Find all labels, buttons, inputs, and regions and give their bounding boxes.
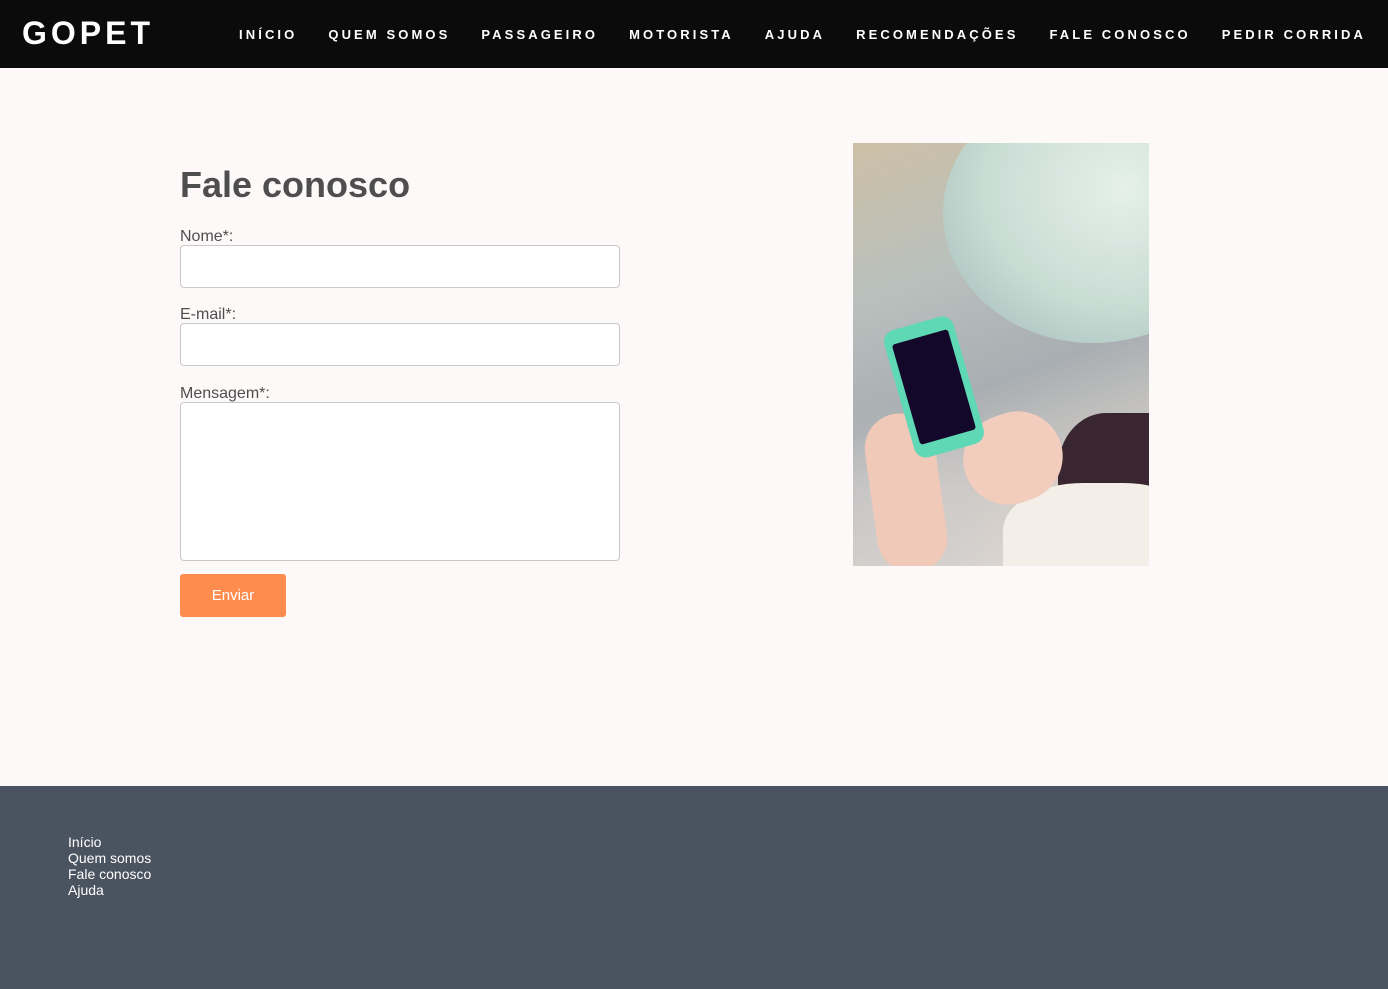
- nav-link-passageiro[interactable]: PASSAGEIRO: [481, 27, 598, 42]
- name-label: Nome*:: [180, 228, 234, 245]
- nav-link-fale-conosco[interactable]: FALE CONOSCO: [1049, 27, 1190, 42]
- email-input[interactable]: [180, 323, 620, 366]
- submit-button[interactable]: Enviar: [180, 574, 286, 617]
- footer-link-fale-conosco[interactable]: Fale conosco: [68, 866, 151, 882]
- message-label: Mensagem*:: [180, 385, 270, 402]
- nav-link-ajuda[interactable]: AJUDA: [765, 27, 825, 42]
- email-label: E-mail*:: [180, 306, 237, 323]
- nav-link-recomendacoes[interactable]: RECOMENDAÇÕES: [856, 27, 1018, 42]
- nav-link-motorista[interactable]: MOTORISTA: [629, 27, 734, 42]
- footer-item: Fale conosco: [68, 866, 151, 882]
- nav-link-quem-somos[interactable]: QUEM SOMOS: [328, 27, 450, 42]
- site-logo[interactable]: GOPET: [22, 14, 154, 52]
- message-textarea[interactable]: [180, 402, 620, 561]
- site-footer: Início Quem somos Fale conosco Ajuda: [0, 786, 1388, 989]
- nav-link-inicio[interactable]: INÍCIO: [239, 27, 297, 42]
- top-navbar: GOPET INÍCIO QUEM SOMOS PASSAGEIRO MOTOR…: [0, 0, 1388, 68]
- footer-item: Início: [68, 834, 151, 850]
- footer-item: Ajuda: [68, 882, 151, 898]
- main-nav: INÍCIO QUEM SOMOS PASSAGEIRO MOTORISTA A…: [239, 0, 1366, 68]
- footer-link-quem-somos[interactable]: Quem somos: [68, 850, 151, 866]
- footer-links: Início Quem somos Fale conosco Ajuda: [68, 834, 151, 898]
- footer-link-ajuda[interactable]: Ajuda: [68, 882, 104, 898]
- footer-item: Quem somos: [68, 850, 151, 866]
- photo-hat-shape: [943, 143, 1149, 343]
- nav-link-pedir-corrida[interactable]: PEDIR CORRIDA: [1222, 27, 1366, 42]
- footer-link-inicio[interactable]: Início: [68, 834, 101, 850]
- page-title: Fale conosco: [180, 164, 411, 205]
- name-input[interactable]: [180, 245, 620, 288]
- contact-photo: [853, 143, 1149, 566]
